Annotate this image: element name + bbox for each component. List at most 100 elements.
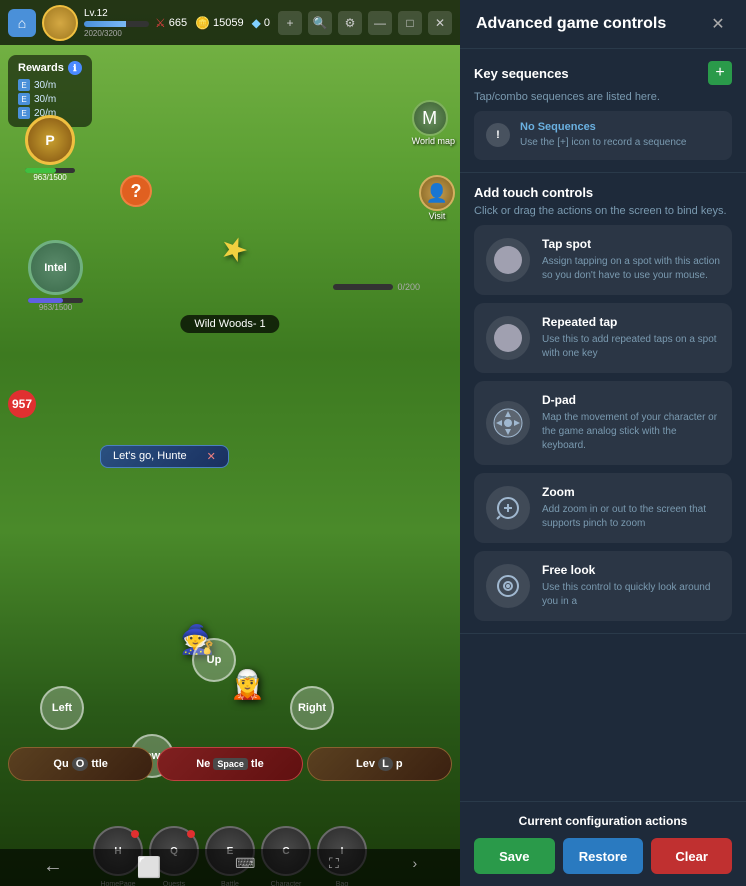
dialog-text: Let's go, Hunte xyxy=(113,450,187,462)
home-icon[interactable]: ⌂ xyxy=(8,9,36,37)
repeated-tap-card[interactable]: Repeated tap Use this to add repeated ta… xyxy=(474,303,732,373)
repeated-tap-icon xyxy=(494,324,522,352)
clear-button[interactable]: Clear xyxy=(651,838,732,874)
intel-badge: Intel 963/1500 xyxy=(28,240,83,312)
maximize-icon[interactable]: □ xyxy=(398,11,422,35)
save-button[interactable]: Save xyxy=(474,838,555,874)
exp-fill xyxy=(84,21,126,27)
skill-dot-h xyxy=(131,830,139,838)
dpad-card[interactable]: D-pad Map the movement of your character… xyxy=(474,381,732,465)
exp-icon: E xyxy=(18,79,30,91)
key-sequences-subtitle: Tap/combo sequences are listed here. xyxy=(474,91,732,103)
visit-icon: 👤 xyxy=(419,175,455,211)
tap-spot-card[interactable]: Tap spot Assign tapping on a spot with t… xyxy=(474,225,732,295)
zoom-title: Zoom xyxy=(542,485,720,499)
add-touch-title: Add touch controls xyxy=(474,185,732,200)
add-sequence-button[interactable]: + xyxy=(708,61,732,85)
dpad-left-button[interactable]: Left xyxy=(40,686,84,730)
minimize-icon[interactable]: — xyxy=(368,11,392,35)
add-touch-subtitle: Click or drag the actions on the screen … xyxy=(474,205,732,217)
diamond-count: 0 xyxy=(264,17,270,29)
free-look-info: Free look Use this control to quickly lo… xyxy=(542,563,720,609)
zoom-icon-wrap xyxy=(486,486,530,530)
next-icon[interactable]: › xyxy=(412,855,417,880)
fullscreen-icon[interactable]: ⛶ xyxy=(329,855,339,880)
top-controls: 🔍 ⚙ — □ ✕ xyxy=(308,11,452,35)
tap-spot-title: Tap spot xyxy=(542,237,720,251)
map-symbol: M xyxy=(422,108,437,129)
level-btn-label: Lev L p xyxy=(356,758,403,770)
player-number: 957 xyxy=(8,390,36,418)
avatar xyxy=(42,5,78,41)
add-icon: + xyxy=(715,64,724,82)
key-sequences-section: Key sequences + Tap/combo sequences are … xyxy=(460,49,746,173)
visit-button[interactable]: 👤 Visit xyxy=(419,175,455,221)
settings-icon[interactable]: ⚙ xyxy=(338,11,362,35)
add-resource-button[interactable]: + xyxy=(278,11,302,35)
bottom-nav: ← ⬜ ⌨ ⛶ › xyxy=(0,849,460,886)
coin-icon: 🪙 xyxy=(195,16,210,30)
quest-circle: ? xyxy=(120,175,152,207)
player-hp-text: 963/1500 xyxy=(25,173,75,182)
home-nav-icon[interactable]: ⬜ xyxy=(137,855,162,880)
world-map-button[interactable]: M World map xyxy=(412,100,455,146)
repeated-tap-desc: Use this to add repeated taps on a spot … xyxy=(542,333,720,361)
panel-close-button[interactable]: ✕ xyxy=(706,12,730,36)
no-sequences-icon: ! xyxy=(486,123,510,147)
dpad-info: D-pad Map the movement of your character… xyxy=(542,393,720,453)
keyboard-icon[interactable]: ⌨ xyxy=(235,855,255,880)
top-bar: ⌂ Lv.12 2020/3200 ⚔ 665 🪙 15059 ◆ 0 + xyxy=(0,0,460,45)
tap-spot-icon xyxy=(494,246,522,274)
location-badge: Wild Woods- 1 xyxy=(180,315,279,333)
intel-text: 963/1500 xyxy=(28,303,83,312)
dpad-up-button[interactable]: Up xyxy=(192,638,236,682)
repeated-tap-icon-wrap xyxy=(486,316,530,360)
free-look-desc: Use this control to quickly look around … xyxy=(542,581,720,609)
key-sequences-title: Key sequences xyxy=(474,66,569,81)
restore-button[interactable]: Restore xyxy=(563,838,644,874)
diamond-resource: ◆ 0 xyxy=(252,16,270,30)
zoom-desc: Add zoom in or out to the screen that su… xyxy=(542,503,720,531)
target-hp: 0/200 xyxy=(333,282,420,292)
dialog-close[interactable]: ✕ xyxy=(207,450,216,463)
skill-dot-q xyxy=(187,830,195,838)
space-btn-label: Ne Space tle xyxy=(196,758,264,770)
panel-content[interactable]: Key sequences + Tap/combo sequences are … xyxy=(460,49,746,801)
quest-button[interactable]: Qu O ttle xyxy=(8,747,153,781)
reward-row-1: E 30/m xyxy=(18,79,82,91)
panel-header: Advanced game controls ✕ xyxy=(460,0,746,49)
quest-marker[interactable]: ? xyxy=(120,175,152,207)
visit-label: Visit xyxy=(419,211,455,221)
dpad-right-button[interactable]: Right xyxy=(290,686,334,730)
player-circle: P xyxy=(25,115,75,165)
player-badge: P 963/1500 xyxy=(25,115,75,182)
tap-spot-icon-wrap xyxy=(486,238,530,282)
sword-count: 665 xyxy=(169,17,187,29)
intel-bar-area: 963/1500 xyxy=(28,298,83,312)
level-button[interactable]: Lev L p xyxy=(307,747,452,781)
exp2-icon: E xyxy=(18,93,30,105)
exp-bar-area: Lv.12 2020/3200 xyxy=(84,8,149,38)
sword-icon: ⚔ xyxy=(155,16,166,30)
free-look-icon-wrap xyxy=(486,564,530,608)
character-sprite-2: 🧝 xyxy=(230,668,265,701)
back-nav-icon[interactable]: ← xyxy=(43,855,63,880)
search-icon[interactable]: 🔍 xyxy=(308,11,332,35)
space-button[interactable]: Ne Space tle xyxy=(157,747,302,781)
quest-btn-label: Qu O ttle xyxy=(53,758,107,770)
zoom-card[interactable]: Zoom Add zoom in or out to the screen th… xyxy=(474,473,732,543)
target-hp-bar xyxy=(333,284,393,290)
close-window-icon[interactable]: ✕ xyxy=(428,11,452,35)
tap-spot-desc: Assign tapping on a spot with this actio… xyxy=(542,255,720,283)
repeated-tap-info: Repeated tap Use this to add repeated ta… xyxy=(542,315,720,361)
tap-spot-info: Tap spot Assign tapping on a spot with t… xyxy=(542,237,720,283)
intel-circle: Intel xyxy=(28,240,83,295)
game-area: ⌂ Lv.12 2020/3200 ⚔ 665 🪙 15059 ◆ 0 + xyxy=(0,0,460,886)
config-title: Current configuration actions xyxy=(474,814,732,828)
action-buttons-row: Qu O ttle Ne Space tle Lev L p xyxy=(0,747,460,781)
add-touch-section: Add touch controls Click or drag the act… xyxy=(460,173,746,634)
exp-value: 2020/3200 xyxy=(84,29,149,38)
free-look-card[interactable]: Free look Use this control to quickly lo… xyxy=(474,551,732,621)
dialog-box: Let's go, Hunte ✕ xyxy=(100,445,229,468)
diamond-icon: ◆ xyxy=(252,16,261,30)
